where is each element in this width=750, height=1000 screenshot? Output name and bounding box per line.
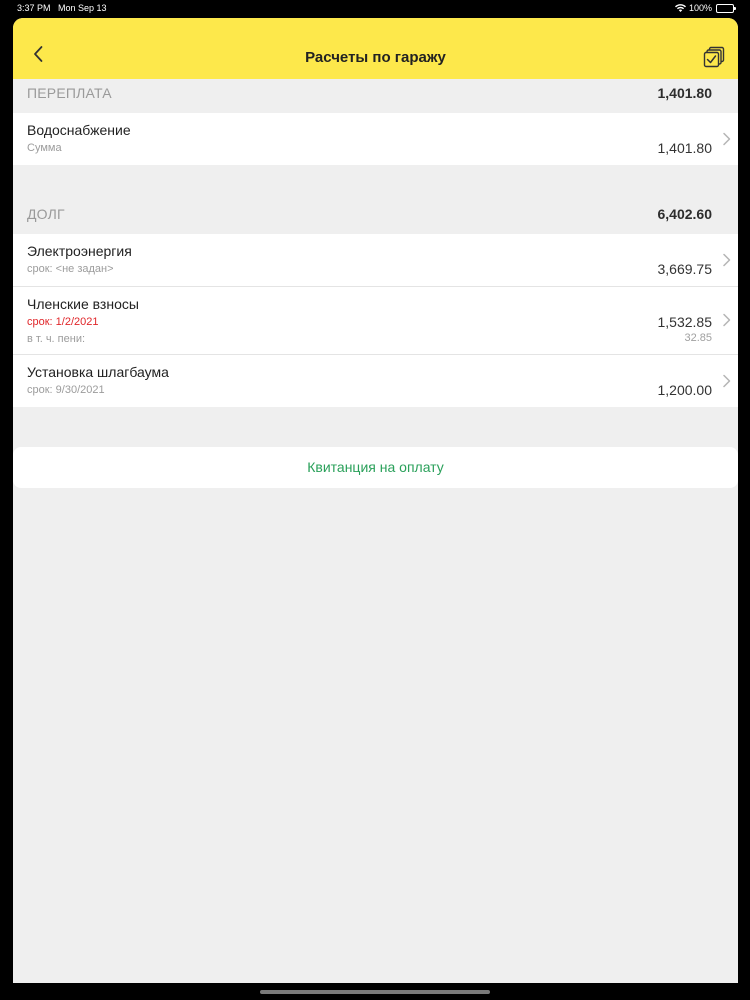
list-item-electricity[interactable]: Электроэнергия срок: <не задан> 3,669.75	[13, 234, 738, 287]
battery-percent: 100%	[688, 3, 712, 13]
item-amount: 3,669.75	[657, 261, 713, 277]
item-subtitle-overdue: срок: 1/2/2021	[27, 316, 99, 328]
item-subtitle: Сумма	[27, 142, 62, 154]
overpayment-list: Водоснабжение Сумма 1,401.80	[13, 113, 738, 165]
status-bar: 3:37 PM Mon Sep 13 100%	[0, 0, 750, 18]
main-sheet: Расчеты по гаражу ПЕРЕПЛАТА 1,401.80 Вод…	[13, 18, 738, 983]
item-penalty-amount: 32.85	[684, 332, 712, 344]
navbar: Расчеты по гаражу	[13, 18, 738, 79]
chevron-right-icon	[722, 374, 732, 388]
item-subtitle: срок: <не задан>	[27, 263, 114, 275]
status-date: Mon Sep 13	[58, 3, 107, 13]
chevron-right-icon	[722, 132, 732, 146]
item-amount: 1,532.85	[657, 314, 713, 330]
list-item-water[interactable]: Водоснабжение Сумма 1,401.80	[13, 113, 738, 165]
overpayment-total: 1,401.80	[657, 85, 713, 101]
item-amount: 1,401.80	[657, 140, 713, 156]
battery-icon	[716, 3, 736, 13]
item-subtitle: срок: 9/30/2021	[27, 384, 105, 396]
status-time: 3:37 PM	[17, 3, 51, 13]
wifi-icon	[674, 4, 686, 12]
item-amount: 1,200.00	[657, 382, 713, 398]
item-title: Установка шлагбаума	[27, 364, 169, 380]
chevron-right-icon	[722, 253, 732, 267]
debt-total: 6,402.60	[657, 206, 713, 222]
debt-list: Электроэнергия срок: <не задан> 3,669.75…	[13, 234, 738, 407]
status-right: 100%	[674, 3, 736, 13]
payment-receipt-button[interactable]: Квитанция на оплату	[13, 447, 738, 488]
item-title: Электроэнергия	[27, 243, 132, 259]
page-title: Расчеты по гаражу	[305, 49, 446, 66]
copy-check-icon[interactable]	[702, 45, 726, 69]
chevron-right-icon	[722, 313, 732, 327]
debt-label: ДОЛГ	[27, 206, 65, 222]
item-title: Водоснабжение	[27, 122, 131, 138]
overpayment-label: ПЕРЕПЛАТА	[27, 85, 112, 101]
item-title: Членские взносы	[27, 296, 139, 312]
list-item-barrier[interactable]: Установка шлагбаума срок: 9/30/2021 1,20…	[13, 355, 738, 407]
home-indicator	[260, 990, 490, 994]
item-penalty-label: в т. ч. пени:	[27, 333, 86, 345]
debt-header: ДОЛГ 6,402.60	[13, 201, 738, 234]
section-gap	[13, 407, 738, 447]
list-item-membership[interactable]: Членские взносы срок: 1/2/2021 в т. ч. п…	[13, 287, 738, 355]
overpayment-header: ПЕРЕПЛАТА 1,401.80	[13, 79, 738, 113]
